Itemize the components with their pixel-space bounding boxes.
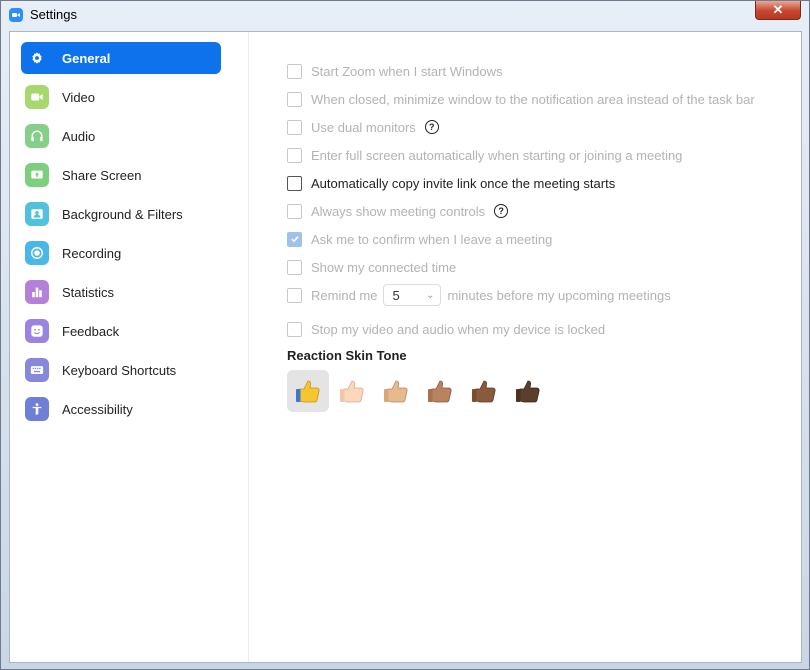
keyboard-icon xyxy=(25,358,49,382)
remind-prefix: Remind me xyxy=(311,287,378,303)
checkbox[interactable] xyxy=(287,321,302,337)
option-connected-time[interactable]: Show my connected time xyxy=(287,258,456,276)
option-label: Ask me to confirm when I leave a meeting xyxy=(311,231,553,247)
sidebar-item-recording[interactable]: Recording xyxy=(21,237,221,269)
thumbs-up-medium-light-icon[interactable] xyxy=(375,370,417,412)
sidebar-item-label: Background & Filters xyxy=(62,206,183,222)
sidebar-item-label: Share Screen xyxy=(62,167,142,183)
option-show-meeting-controls[interactable]: Always show meeting controls ? xyxy=(287,202,509,220)
smile-icon xyxy=(25,319,49,343)
option-label: When closed, minimize window to the noti… xyxy=(311,91,755,107)
option-confirm-leave[interactable]: Ask me to confirm when I leave a meeting xyxy=(287,230,552,248)
background-icon xyxy=(25,202,49,226)
close-button[interactable]: ✕ xyxy=(755,1,801,20)
sidebar-item-share-screen[interactable]: Share Screen xyxy=(21,159,221,191)
share-screen-icon xyxy=(25,163,49,187)
settings-panel: General Video Audio Share Screen Backgro… xyxy=(9,31,802,663)
sidebar-item-general[interactable]: General xyxy=(21,42,221,74)
checkbox[interactable] xyxy=(287,119,302,135)
sidebar-item-label: Accessibility xyxy=(62,401,133,417)
help-icon[interactable]: ? xyxy=(494,204,509,218)
option-minimize-to-tray[interactable]: When closed, minimize window to the noti… xyxy=(287,90,755,108)
option-start-zoom[interactable]: Start Zoom when I start Windows xyxy=(287,62,502,80)
chart-icon xyxy=(25,280,49,304)
headphones-icon xyxy=(25,124,49,148)
option-label: Stop my video and audio when my device i… xyxy=(311,321,606,337)
video-camera-icon xyxy=(25,85,49,109)
checkbox[interactable] xyxy=(287,203,302,219)
title-bar: Settings ✕ xyxy=(1,1,809,29)
sidebar-item-label: Audio xyxy=(62,128,96,144)
thumbs-up-medium-dark-icon[interactable] xyxy=(463,370,505,412)
sidebar-item-label: Keyboard Shortcuts xyxy=(62,362,177,378)
accessibility-icon xyxy=(25,397,49,421)
sidebar-item-label: General xyxy=(62,50,111,66)
settings-window: Settings ✕ General Video Audio Share Scr… xyxy=(0,0,810,670)
thumbs-up-dark-icon[interactable] xyxy=(507,370,549,412)
sidebar: General Video Audio Share Screen Backgro… xyxy=(10,32,249,662)
thumbs-up-light-icon[interactable] xyxy=(331,370,373,412)
checkbox-checked[interactable] xyxy=(287,231,302,247)
checkbox[interactable] xyxy=(287,63,302,79)
sidebar-item-label: Video xyxy=(62,89,96,105)
chevron-down-icon: ⌄ xyxy=(426,289,435,301)
thumbs-up-default-icon[interactable] xyxy=(287,370,329,412)
checkbox[interactable] xyxy=(287,287,302,303)
window-title: Settings xyxy=(30,7,77,22)
option-label: Show my connected time xyxy=(311,259,457,275)
remind-suffix: minutes before my upcoming meetings xyxy=(447,287,671,303)
sidebar-item-keyboard-shortcuts[interactable]: Keyboard Shortcuts xyxy=(21,354,221,386)
sidebar-item-audio[interactable]: Audio xyxy=(21,120,221,152)
option-stop-video-when-locked[interactable]: Stop my video and audio when my device i… xyxy=(287,320,605,338)
sidebar-item-background-filters[interactable]: Background & Filters xyxy=(21,198,221,230)
option-label: Use dual monitors xyxy=(311,119,416,135)
skin-tone-picker xyxy=(287,370,551,412)
option-dual-monitors[interactable]: Use dual monitors ? xyxy=(287,118,439,136)
sidebar-item-feedback[interactable]: Feedback xyxy=(21,315,221,347)
gear-icon xyxy=(25,46,49,70)
checkbox[interactable] xyxy=(287,91,302,107)
checkbox[interactable] xyxy=(287,259,302,275)
sidebar-item-label: Feedback xyxy=(62,323,120,339)
option-label: Automatically copy invite link once the … xyxy=(311,175,616,191)
reminder-minutes-select[interactable]: 5 ⌄ xyxy=(383,284,442,306)
sidebar-item-label: Recording xyxy=(62,245,122,261)
option-label: Start Zoom when I start Windows xyxy=(311,63,503,79)
reaction-skin-tone-title: Reaction Skin Tone xyxy=(287,348,407,363)
close-icon: ✕ xyxy=(772,2,784,17)
option-full-screen[interactable]: Enter full screen automatically when sta… xyxy=(287,146,682,164)
option-remind-me[interactable]: Remind me 5 ⌄ minutes before my upcoming… xyxy=(287,284,671,306)
sidebar-item-label: Statistics xyxy=(62,284,115,300)
option-label: Enter full screen automatically when sta… xyxy=(311,147,683,163)
option-copy-invite-link[interactable]: Automatically copy invite link once the … xyxy=(287,174,615,192)
general-settings-content: Start Zoom when I start Windows When clo… xyxy=(249,32,801,662)
record-icon xyxy=(25,241,49,265)
sidebar-item-statistics[interactable]: Statistics xyxy=(21,276,221,308)
zoom-app-icon xyxy=(9,8,23,22)
checkbox[interactable] xyxy=(287,147,302,163)
checkbox[interactable] xyxy=(287,175,302,191)
thumbs-up-medium-icon[interactable] xyxy=(419,370,461,412)
reminder-minutes-value: 5 xyxy=(392,287,400,303)
sidebar-item-accessibility[interactable]: Accessibility xyxy=(21,393,221,425)
option-label: Always show meeting controls xyxy=(311,203,486,219)
sidebar-item-video[interactable]: Video xyxy=(21,81,221,113)
help-icon[interactable]: ? xyxy=(424,120,439,134)
